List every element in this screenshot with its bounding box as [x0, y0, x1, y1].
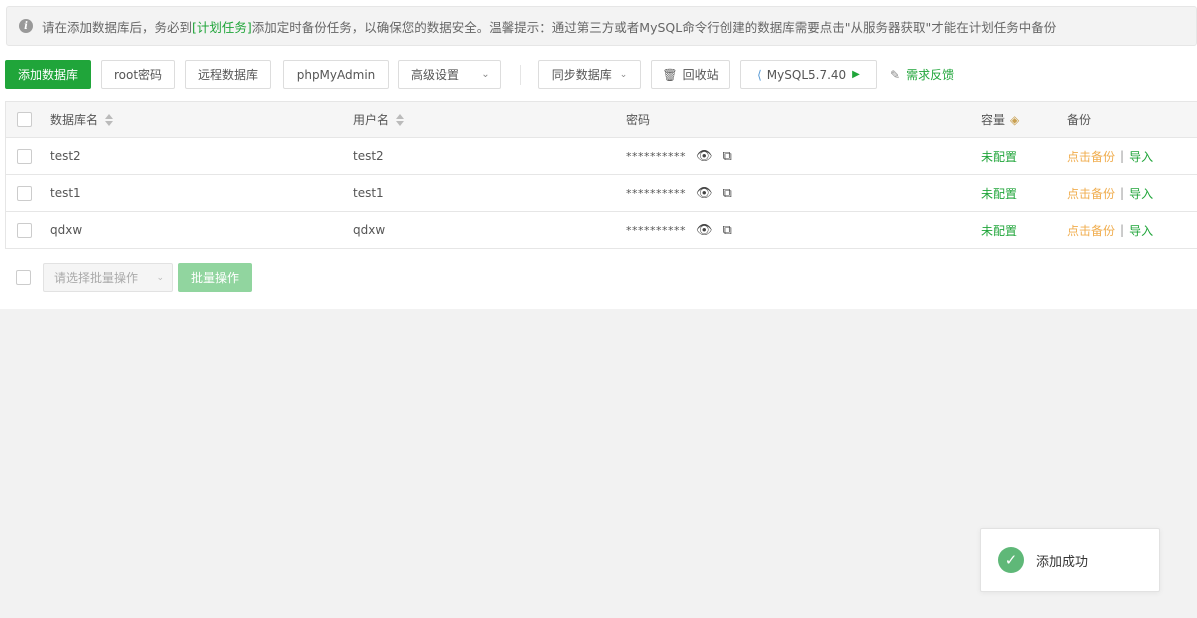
table-row: test2 test2 ********** 👁 ⧉ 未配置 点击备份 | 导入: [6, 138, 1197, 175]
header-username[interactable]: 用户名: [353, 102, 405, 137]
separator: |: [1120, 223, 1125, 237]
import-link[interactable]: 导入: [1129, 222, 1153, 239]
capacity-link[interactable]: 未配置: [981, 175, 1017, 211]
table-row: test1 test1 ********** 👁 ⧉ 未配置 点击备份 | 导入: [6, 175, 1197, 212]
chevron-down-icon: ⌄: [481, 69, 490, 80]
advanced-settings-button[interactable]: 高级设置: [398, 60, 472, 89]
separator: |: [1120, 186, 1125, 200]
batch-operation-button[interactable]: 批量操作: [178, 263, 252, 292]
db-name[interactable]: test1: [50, 175, 81, 211]
header-capacity: 容量 ◈: [981, 112, 1020, 128]
capacity-link[interactable]: 未配置: [981, 138, 1017, 174]
backup-link[interactable]: 点击备份: [1067, 222, 1115, 239]
success-toast: ✓ 添加成功: [980, 528, 1160, 592]
header-password: 密码: [626, 113, 651, 127]
edit-icon: ✎: [890, 67, 901, 82]
row-checkbox[interactable]: [17, 185, 32, 201]
database-table: 数据库名 用户名 密码 容量 ◈ 备份 test2 test2 ********…: [5, 101, 1197, 249]
copy-icon[interactable]: ⧉: [723, 149, 732, 164]
notice-text-after: 添加定时备份任务，以确保您的数据安全。温馨提示：通过第三方或者MySQL命令行创…: [251, 19, 1057, 35]
recycle-bin-button[interactable]: 🗑 回收站: [651, 60, 730, 89]
db-username: test2: [353, 149, 384, 163]
sort-icon: [105, 113, 114, 126]
db-username: test1: [353, 186, 384, 200]
batch-operations: 请选择批量操作 ⌄ 批量操作: [16, 263, 316, 293]
info-icon: i: [19, 19, 33, 33]
import-link[interactable]: 导入: [1129, 148, 1153, 165]
database-panel: i 请在添加数据库后，务必到 [计划任务] 添加定时备份任务，以确保您的数据安全…: [0, 0, 1197, 309]
password-cell: ********** 👁 ⧉: [626, 212, 732, 248]
header-db-name[interactable]: 数据库名: [50, 102, 114, 137]
notice-text-before: 请在添加数据库后，务必到: [42, 19, 193, 35]
db-password: **********: [626, 186, 686, 200]
batch-operation-select[interactable]: 请选择批量操作 ⌄: [43, 263, 173, 292]
import-link[interactable]: 导入: [1129, 185, 1153, 202]
backup-link[interactable]: 点击备份: [1067, 148, 1115, 165]
add-database-button[interactable]: 添加数据库: [5, 60, 91, 89]
chevron-down-icon: ⌄: [156, 272, 164, 283]
eye-icon[interactable]: 👁: [696, 149, 713, 164]
batch-select-checkbox[interactable]: [16, 270, 31, 285]
header-backup: 备份: [1067, 113, 1092, 127]
mysql-leaf-icon: ⟨: [757, 67, 762, 82]
db-password: **********: [626, 223, 686, 237]
row-checkbox[interactable]: [17, 148, 32, 164]
phpmyadmin-button[interactable]: phpMyAdmin: [283, 60, 389, 89]
toolbar: 添加数据库 root密码 远程数据库 phpMyAdmin 高级设置 ⌄ 同步数…: [5, 60, 1195, 89]
sync-database-button[interactable]: 同步数据库 ⌄: [538, 60, 641, 89]
feedback-link[interactable]: ✎ 需求反馈: [890, 60, 954, 89]
table-header: 数据库名 用户名 密码 容量 ◈ 备份: [6, 102, 1197, 138]
backup-cell: 点击备份 | 导入: [1067, 212, 1153, 248]
remote-database-button[interactable]: 远程数据库: [185, 60, 271, 89]
table-row: qdxw qdxw ********** 👁 ⧉ 未配置 点击备份 | 导入: [6, 212, 1197, 249]
db-password: **********: [626, 149, 686, 163]
capacity-link[interactable]: 未配置: [981, 212, 1017, 248]
sort-icon: [396, 113, 405, 126]
backup-link[interactable]: 点击备份: [1067, 185, 1115, 202]
eye-icon[interactable]: 👁: [696, 223, 713, 238]
trash-icon: 🗑: [662, 67, 678, 82]
copy-icon[interactable]: ⧉: [723, 223, 732, 238]
backup-cell: 点击备份 | 导入: [1067, 138, 1153, 174]
play-icon: ▶: [852, 69, 860, 80]
advanced-dropdown-toggle[interactable]: ⌄: [471, 60, 501, 89]
toolbar-divider: [520, 65, 521, 85]
backup-cell: 点击备份 | 导入: [1067, 175, 1153, 211]
row-checkbox[interactable]: [17, 222, 32, 238]
separator: |: [1120, 149, 1125, 163]
select-all-checkbox[interactable]: [17, 112, 32, 127]
root-password-button[interactable]: root密码: [101, 60, 175, 89]
eye-icon[interactable]: 👁: [696, 186, 713, 201]
db-name[interactable]: test2: [50, 138, 81, 174]
notice-bar: i 请在添加数据库后，务必到 [计划任务] 添加定时备份任务，以确保您的数据安全…: [6, 6, 1197, 46]
toast-message: 添加成功: [1036, 554, 1089, 570]
password-cell: ********** 👁 ⧉: [626, 175, 732, 211]
check-icon: ✓: [998, 547, 1024, 573]
mysql-version-button[interactable]: ⟨ MySQL5.7.40 ▶: [740, 60, 877, 89]
gem-icon[interactable]: ◈: [1010, 113, 1019, 127]
db-name[interactable]: qdxw: [50, 212, 82, 248]
schedule-task-link[interactable]: [计划任务]: [192, 17, 252, 36]
copy-icon[interactable]: ⧉: [723, 186, 732, 201]
db-username: qdxw: [353, 223, 386, 237]
password-cell: ********** 👁 ⧉: [626, 138, 732, 174]
chevron-down-icon: ⌄: [619, 69, 628, 80]
